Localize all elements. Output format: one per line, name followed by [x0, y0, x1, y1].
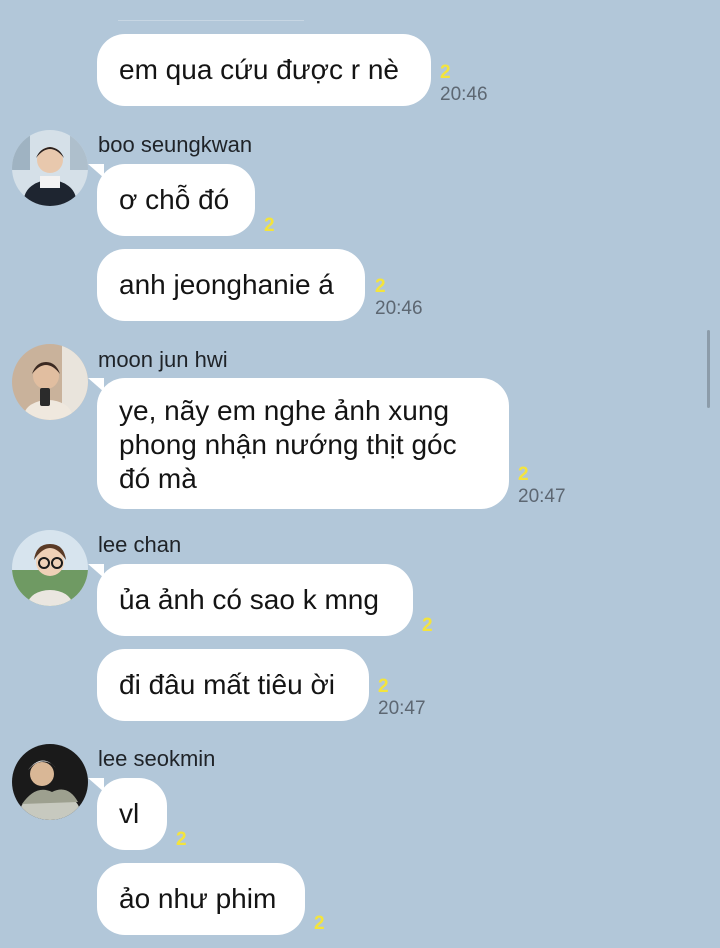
message-meta: 2 — [264, 215, 275, 237]
unread-count: 2 — [264, 215, 275, 236]
unread-count: 2 — [518, 464, 529, 485]
message-meta: 2 20:46 — [440, 62, 488, 106]
message-time: 20:47 — [378, 698, 426, 719]
scrollbar[interactable] — [707, 330, 710, 408]
message-time: 20:46 — [375, 298, 423, 319]
message-bubble[interactable]: ảo như phim — [97, 863, 305, 935]
avatar[interactable] — [12, 744, 88, 820]
avatar[interactable] — [12, 530, 88, 606]
sender-name: lee seokmin — [98, 746, 216, 771]
message-meta: 2 20:47 — [518, 464, 566, 508]
unread-count: 2 — [440, 62, 451, 83]
message-bubble[interactable]: vl — [88, 778, 167, 850]
divider — [118, 20, 304, 21]
message-bubble[interactable]: ơ chỗ đó — [88, 164, 255, 236]
avatar[interactable] — [12, 344, 88, 420]
sender-name: moon jun hwi — [98, 347, 228, 372]
message-bubble[interactable]: em qua cứu được r nè — [97, 34, 431, 106]
unread-count: 2 — [176, 829, 187, 850]
message-bubble[interactable]: đi đâu mất tiêu ời — [97, 649, 369, 721]
message-meta: 2 20:46 — [375, 276, 423, 320]
message-meta: 2 20:47 — [378, 676, 426, 720]
unread-count: 2 — [378, 676, 389, 697]
message-meta: 2 — [422, 615, 433, 637]
message-bubble[interactable]: ye, nãy em nghe ảnh xung phong nhận nướn… — [88, 378, 509, 509]
unread-count: 2 — [375, 276, 386, 297]
message-bubble[interactable]: ủa ảnh có sao k mng — [88, 564, 413, 636]
message-meta: 2 — [314, 913, 325, 935]
message-time: 20:46 — [440, 84, 488, 105]
unread-count: 2 — [422, 615, 433, 636]
message-time: 20:47 — [518, 486, 566, 507]
message-meta: 2 — [176, 829, 187, 851]
unread-count: 2 — [314, 913, 325, 934]
avatar[interactable] — [12, 130, 88, 206]
sender-name: boo seungkwan — [98, 132, 253, 157]
sender-name: lee chan — [98, 532, 182, 557]
message-bubble[interactable]: anh jeonghanie á — [97, 249, 365, 321]
